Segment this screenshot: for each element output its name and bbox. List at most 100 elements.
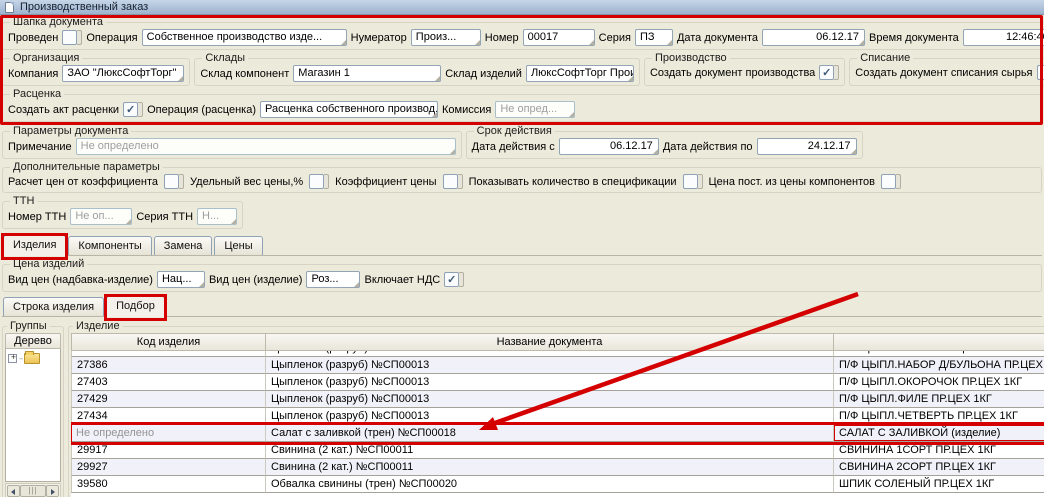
- create-production-doc-checkbox[interactable]: [819, 65, 839, 80]
- valid-to-field[interactable]: 24.12.17: [757, 138, 857, 155]
- tab-komponenty[interactable]: Компоненты: [68, 236, 151, 255]
- create-writeoff-doc-checkbox[interactable]: [1037, 65, 1044, 80]
- company-field[interactable]: ЗАО "ЛюксСофтТорг": [62, 65, 184, 82]
- group-extra-params-legend: Дополнительные параметры: [10, 161, 163, 173]
- show-qty-label: Показывать количество в спецификации: [469, 176, 677, 188]
- note-field[interactable]: Не определено: [76, 138, 456, 155]
- commission-field[interactable]: Не опред...: [495, 101, 575, 118]
- window-title: Производственный заказ: [20, 1, 148, 13]
- coef-calc-checkbox[interactable]: [164, 174, 184, 189]
- podbor-tab-panel: Группы Дерево -- |||: [2, 316, 1042, 497]
- table-row[interactable]: 27429 Цыпленок (разруб) №СП00013 П/Ф ЦЫП…: [71, 391, 1044, 408]
- warehouse-products-label: Склад изделий: [445, 68, 522, 80]
- create-act-label: Создать акт расценки: [8, 104, 119, 116]
- table-row[interactable]: 27434 Цыпленок (разруб) №СП00013 П/Ф ЦЫП…: [71, 408, 1044, 425]
- group-validity: Срок действия Дата действия с 06.12.17 Д…: [466, 125, 863, 159]
- valid-from-label: Дата действия с: [472, 141, 555, 153]
- markup-price-type-label: Вид цен (надбавка-изделие): [8, 274, 153, 286]
- number-label: Номер: [485, 32, 519, 44]
- item-price-type-label: Вид цен (изделие): [209, 274, 303, 286]
- group-groups-legend: Группы: [7, 320, 50, 332]
- document-icon: [5, 2, 14, 13]
- production-order-window: { "window": { "title": "Производственный…: [0, 0, 1044, 497]
- company-label: Компания: [8, 68, 58, 80]
- create-act-checkbox[interactable]: [123, 102, 143, 117]
- table-row-highlighted[interactable]: Не определено Салат с заливкой (трен) №С…: [71, 425, 1044, 442]
- group-shapka: Шапка документа Проведен Операция Собств…: [2, 16, 1044, 50]
- operation-field[interactable]: Собственное производство изде...: [142, 29, 347, 46]
- folder-icon: [24, 353, 40, 364]
- form-body: Шапка документа Проведен Операция Собств…: [0, 15, 1044, 497]
- tab-ceny[interactable]: Цены: [214, 236, 262, 255]
- operation-label: Операция: [86, 32, 137, 44]
- sub-tab-bar: Строка изделия Подбор: [2, 294, 1042, 316]
- warehouse-component-label: Склад компонент: [200, 68, 289, 80]
- group-warehouses: Склады Склад компонент Магазин 1 Склад и…: [194, 52, 640, 86]
- group-validity-legend: Срок действия: [474, 125, 555, 137]
- tree-horizontal-scrollbar[interactable]: |||: [5, 483, 61, 497]
- group-organization: Организация Компания ЗАО "ЛюксСофтТорг": [2, 52, 190, 86]
- ttn-series-label: Серия ТТН: [136, 211, 193, 223]
- doc-date-field[interactable]: 06.12.17: [762, 29, 865, 46]
- tree-expand-icon[interactable]: [8, 354, 17, 363]
- tree-connector: --: [19, 354, 22, 363]
- numerator-label: Нумератор: [351, 32, 407, 44]
- window-titlebar: Производственный заказ: [0, 0, 1044, 15]
- vat-checkbox[interactable]: [444, 272, 464, 287]
- vat-label: Включает НДС: [364, 274, 440, 286]
- commission-label: Комиссия: [442, 104, 491, 116]
- group-izdelie: Изделие Код изделия Название документа 2…: [68, 320, 1044, 497]
- doc-date-label: Дата документа: [677, 32, 758, 44]
- valid-to-label: Дата действия по: [663, 141, 753, 153]
- warehouse-products-field[interactable]: ЛюксСофтТорг Произ...: [526, 65, 634, 82]
- ttn-number-label: Номер ТТН: [8, 211, 66, 223]
- rascenka-operation-field[interactable]: Расценка собственного производ...: [260, 101, 438, 118]
- rascenka-operation-label: Операция (расценка): [147, 104, 256, 116]
- tab-izdeliya[interactable]: Изделия: [3, 235, 66, 256]
- markup-price-type-field[interactable]: Нац...: [157, 271, 205, 288]
- ttn-series-field[interactable]: Н...: [197, 208, 237, 225]
- price-coef-checkbox[interactable]: [443, 174, 463, 189]
- table-row[interactable]: 39580 Обвалка свинины (трен) №СП00020 ШП…: [71, 476, 1044, 493]
- table-row[interactable]: 27386 Цыпленок (разруб) №СП00013 П/Ф ЦЫП…: [71, 357, 1044, 374]
- group-extra-params: Дополнительные параметры Расчет цен от к…: [2, 161, 1042, 193]
- series-field[interactable]: ПЗ: [635, 29, 673, 46]
- tab-podbor[interactable]: Подбор: [106, 296, 165, 317]
- izdeliya-tab-panel: Цена изделий Вид цен (надбавка-изделие) …: [2, 255, 1042, 497]
- table-row[interactable]: 29927 Свинина (2 кат.) №СП00011 СВИНИНА …: [71, 459, 1044, 476]
- numerator-field[interactable]: Произ...: [411, 29, 481, 46]
- price-from-components-checkbox[interactable]: [881, 174, 901, 189]
- groups-tree[interactable]: --: [5, 349, 61, 482]
- column-header-product[interactable]: [834, 333, 1044, 351]
- group-rascenka: Расценка Создать акт расценки Операция (…: [2, 88, 1042, 122]
- column-header-code[interactable]: Код изделия: [71, 333, 266, 351]
- table-row[interactable]: 29917 Свинина (2 кат.) №СП00011 СВИНИНА …: [71, 442, 1044, 459]
- group-warehouses-legend: Склады: [202, 52, 248, 64]
- table-row[interactable]: 27403 Цыпленок (разруб) №СП00013 П/Ф ЦЫП…: [71, 374, 1044, 391]
- item-price-type-field[interactable]: Роз...: [306, 271, 360, 288]
- column-header-doc-name[interactable]: Название документа: [266, 333, 834, 351]
- ttn-number-field[interactable]: Не оп...: [70, 208, 132, 225]
- show-qty-checkbox[interactable]: [683, 174, 703, 189]
- document-header-block: Шапка документа Проведен Операция Собств…: [2, 16, 1042, 122]
- create-writeoff-doc-label: Создать документ списания сырья: [855, 67, 1032, 79]
- group-writeoff: Списание Создать документ списания сырья: [849, 52, 1044, 86]
- weight-price-checkbox[interactable]: [309, 174, 329, 189]
- doc-time-field[interactable]: 12:46:40: [963, 29, 1044, 46]
- tree-root-node[interactable]: --: [8, 353, 58, 364]
- highlighted-product-cell[interactable]: САЛАТ С ЗАЛИВКОЙ (изделие): [834, 425, 1044, 442]
- group-groups: Группы Дерево -- |||: [2, 320, 64, 497]
- tree-header-derevo[interactable]: Дерево: [5, 333, 61, 349]
- scroll-right-button[interactable]: [46, 485, 59, 497]
- tab-stroka-izdeliya[interactable]: Строка изделия: [3, 297, 104, 316]
- group-production: Производство Создать документ производст…: [644, 52, 845, 86]
- proveden-checkbox[interactable]: [62, 30, 82, 45]
- number-field[interactable]: 00017: [523, 29, 595, 46]
- tab-zamena[interactable]: Замена: [154, 236, 213, 255]
- note-label: Примечание: [8, 141, 72, 153]
- warehouse-component-field[interactable]: Магазин 1: [293, 65, 441, 82]
- scroll-thumb[interactable]: |||: [20, 485, 46, 497]
- scroll-left-button[interactable]: [7, 485, 20, 497]
- coef-calc-label: Расчет цен от коэффициента: [8, 176, 158, 188]
- valid-from-field[interactable]: 06.12.17: [559, 138, 659, 155]
